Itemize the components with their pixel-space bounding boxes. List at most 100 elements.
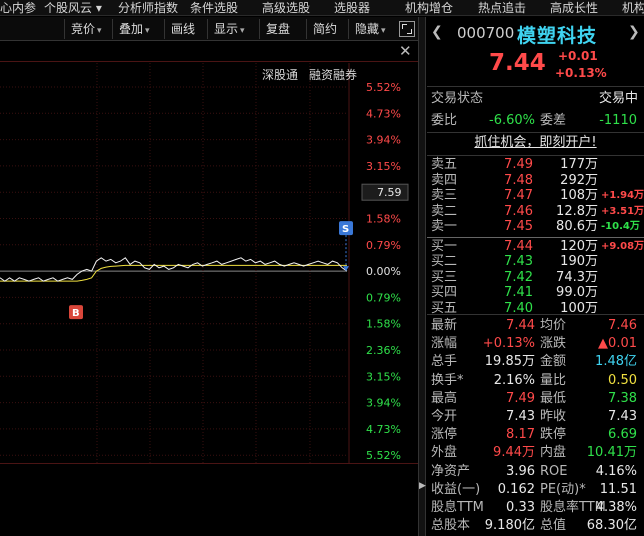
display-button[interactable]: 显示 ▾ (207, 19, 255, 39)
stat-value: 2.16% (493, 372, 535, 388)
collapse-handle-icon[interactable]: ▶ (419, 472, 426, 500)
stats-row: 股息TTM 0.33 股息率TTM 4.38% (427, 499, 644, 517)
buy-marker-label: B (72, 308, 80, 319)
replay-button[interactable]: 复盘 (259, 19, 299, 39)
draw-line-button[interactable]: 画线 (164, 19, 204, 39)
stat-value: 7.43 (506, 409, 535, 424)
top-menu-item[interactable]: 高成长性 (550, 1, 598, 15)
ask-row[interactable]: 卖三 7.47 108万 +1.94万 (427, 188, 644, 203)
stat-label: 均价 (540, 318, 567, 333)
top-menu-item[interactable]: 机构增仓 (405, 1, 453, 15)
ask-row[interactable]: 卖一 7.45 80.6万 -10.4万 (427, 219, 644, 234)
price-change-pct: +0.13% (555, 66, 607, 80)
orderbook-level-label: 买一 (431, 238, 458, 254)
divider-line (427, 314, 644, 315)
simple-button[interactable]: 简约 (306, 19, 346, 39)
panel-divider[interactable]: ▶ (418, 17, 426, 536)
top-menu-item[interactable]: 条件选股 (190, 1, 238, 15)
stat-label: 昨收 (540, 409, 567, 424)
overlay-button[interactable]: 叠加 ▾ (112, 19, 160, 39)
orderbook-volume-change: +3.51万 (601, 205, 644, 217)
price-change: +0.01 (558, 49, 598, 63)
promo-row: 抓住机会，即刻开户! (427, 134, 644, 152)
top-menu-item[interactable]: 高级选股 (262, 1, 310, 15)
stat-label: 最新 (431, 318, 458, 333)
trade-status-row: 交易状态 交易中 (427, 90, 644, 108)
order-ratio-value: -6.60% (489, 113, 535, 128)
orderbook-volume: 190万 (560, 254, 598, 269)
y-tick-label: 3.94% (366, 397, 401, 410)
orderbook-price: 7.43 (504, 254, 533, 269)
orderbook-price: 7.47 (504, 188, 533, 203)
bid-row[interactable]: 买二 7.43 190万 (427, 254, 644, 269)
stats-row: 总手 19.85万 金额 1.48亿 (427, 353, 644, 371)
y-tick-label: 1.58% (366, 213, 401, 226)
top-menu-item[interactable]: 分析师指数 (118, 1, 178, 15)
top-menu-item[interactable]: 机构 (622, 1, 644, 15)
stat-value: 11.51 (599, 481, 637, 497)
stats-row: 净资产 3.96 ROE 4.16% (427, 463, 644, 481)
orderbook-price: 7.41 (504, 285, 533, 300)
order-diff-value: -1110 (599, 113, 637, 128)
ask-row[interactable]: 卖五 7.49 177万 (427, 157, 644, 172)
overlay-label: 叠加 (119, 22, 144, 36)
fullscreen-icon[interactable] (399, 21, 415, 37)
bidding-button[interactable]: 竞价 ▾ (64, 19, 110, 39)
stat-value: 7.44 (506, 318, 535, 333)
simple-label: 简约 (313, 22, 338, 36)
orderbook-volume: 292万 (560, 172, 598, 188)
quote-header: ❮ 000700 模塑科技 ❯ 7.44 +0.01 +0.13% (427, 17, 644, 87)
top-menu-item[interactable]: 心内参 (0, 1, 36, 15)
stats-row: 涨停 8.17 跌停 6.69 (427, 426, 644, 444)
y-tick-label: 3.15% (366, 370, 401, 383)
price-line (0, 257, 348, 282)
bid-row[interactable]: 买一 7.44 120万 +9.08万 (427, 239, 644, 254)
stats-row: 收益(一) 0.162 PE(动)* 11.51 (427, 481, 644, 499)
intraday-chart[interactable]: 5.52% 4.73% 3.94% 3.15% 1.58% 0.79% 0.00% 0.79%… (0, 41, 418, 536)
stat-label: 涨跌 (540, 336, 567, 352)
stat-value: 4.38% (595, 500, 637, 515)
top-menu-bar: 心内参 个股风云 ▾ 分析师指数 条件选股 高级选股 选股器 机构增仓 热点追击 高成长性 机构 (0, 0, 644, 16)
orderbook-level-label: 卖五 (431, 157, 458, 172)
stat-label: 外盘 (431, 445, 458, 461)
top-menu-item[interactable]: 热点追击 (478, 1, 526, 15)
bid-row[interactable]: 买三 7.42 74.3万 (427, 270, 644, 285)
orderbook-volume: 74.3万 (556, 269, 598, 285)
stat-label: 跌停 (540, 427, 567, 443)
orderbook-price: 7.42 (504, 269, 533, 285)
orderbook-volume: 120万 (560, 238, 598, 254)
chart-bottom-divider (0, 463, 418, 464)
stats-row: 换手* 2.16% 量比 0.50 (427, 372, 644, 390)
open-account-link[interactable]: 抓住机会，即刻开户! (474, 135, 596, 150)
divider-line (427, 155, 644, 156)
stat-value: 4.16% (595, 463, 637, 479)
stat-label: 涨停 (431, 427, 458, 443)
bid-row[interactable]: 买四 7.41 99.0万 (427, 285, 644, 300)
close-icon[interactable]: ✕ (399, 43, 412, 59)
top-menu-item[interactable]: 选股器 (334, 1, 370, 15)
order-diff-label: 委差 (540, 113, 567, 128)
stat-value: 10.41万 (586, 445, 637, 461)
ask-row[interactable]: 卖二 7.46 12.8万 +3.51万 (427, 204, 644, 219)
stat-label: 收益(一) (431, 481, 481, 497)
hide-button[interactable]: 隐藏 ▾ (348, 19, 396, 39)
stat-value: 7.38 (608, 390, 637, 406)
orderbook-price: 7.45 (504, 219, 533, 234)
stat-label: 最低 (540, 390, 567, 406)
stat-label: 量比 (540, 372, 567, 388)
orderbook-level-label: 卖四 (431, 172, 458, 188)
stat-value: 3.96 (506, 463, 535, 479)
y-tick-label: 0.79% (366, 291, 401, 304)
stat-value: 9.180亿 (484, 518, 535, 534)
display-label: 显示 (214, 22, 239, 36)
stat-value: 68.30亿 (586, 518, 637, 534)
ask-row[interactable]: 卖四 7.48 292万 (427, 173, 644, 188)
y-tick-label: 1.58% (366, 318, 401, 331)
next-stock-icon[interactable]: ❯ (628, 24, 640, 40)
top-menu-item[interactable]: 个股风云 ▾ (44, 1, 102, 15)
orderbook-volume: 80.6万 (556, 219, 598, 234)
stat-label: 最高 (431, 390, 458, 406)
stats-row: 今开 7.43 昨收 7.43 (427, 408, 644, 426)
orderbook-level-label: 卖一 (431, 219, 458, 234)
previous-stock-icon[interactable]: ❮ (431, 24, 443, 40)
